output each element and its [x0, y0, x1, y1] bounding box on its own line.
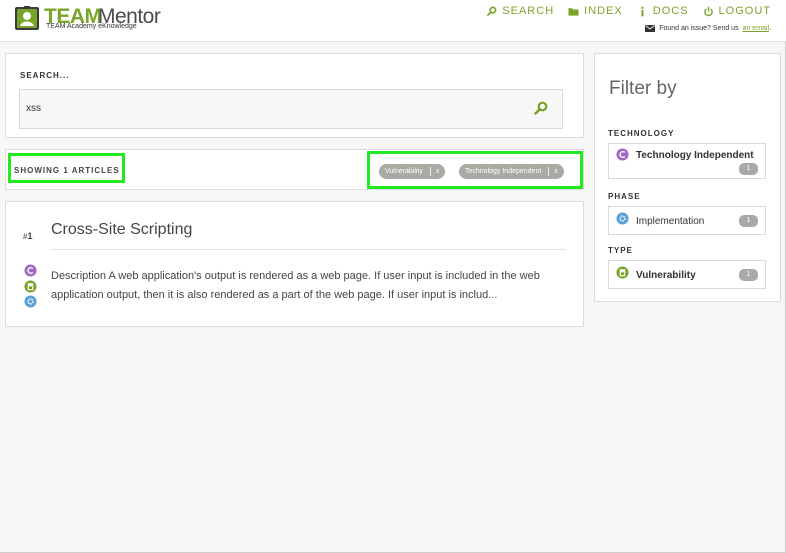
- filter-item-label: Implementation: [636, 216, 705, 227]
- issue-text: Found an issue? Send us: [659, 25, 739, 32]
- filter-panel: Filter by TECHNOLOGY Technology Independ…: [594, 53, 781, 302]
- search-submit-icon[interactable]: [534, 101, 548, 115]
- active-filter-label: Technology Independent: [465, 168, 542, 175]
- filter-item-technology-independent[interactable]: Technology Independent 1: [608, 143, 766, 179]
- search-label: SEARCH...: [20, 71, 70, 80]
- results-count: SHOWING 1 ARTICLES: [14, 166, 120, 175]
- info-icon: [641, 6, 644, 16]
- article-number: #1: [23, 231, 32, 241]
- folder-icon: [568, 7, 579, 16]
- article-title[interactable]: Cross-Site Scripting: [51, 221, 192, 239]
- nav-docs-label: Docs: [652, 5, 689, 17]
- results-count-highlight: SHOWING 1 ARTICLES: [8, 153, 125, 183]
- filter-item-count: 1: [739, 163, 758, 175]
- logo-tagline: TEAM Academy eKnowledge: [46, 23, 137, 30]
- nav-search-label: Search: [502, 5, 555, 17]
- search-icon: [487, 6, 497, 16]
- results-bar: SHOWING 1 ARTICLES Vulnerability x Techn…: [5, 149, 584, 190]
- filter-section-phase: PHASE: [608, 192, 641, 201]
- issue-suffix: .: [769, 25, 771, 32]
- search-input-value: xss: [26, 103, 41, 114]
- issue-email-link[interactable]: an email: [743, 25, 769, 32]
- top-nav: Search Index Docs Logout: [486, 5, 771, 17]
- active-filter-label: Vulnerability: [385, 168, 423, 175]
- filter-item-count: 1: [739, 269, 758, 281]
- nav-docs-link[interactable]: Docs: [637, 5, 689, 17]
- filter-section-technology: TECHNOLOGY: [608, 129, 675, 138]
- phase-icon: [24, 295, 37, 308]
- nav-index-link[interactable]: Index: [568, 5, 623, 17]
- search-input[interactable]: xss: [19, 89, 563, 129]
- nav-index-label: Index: [584, 5, 623, 17]
- article-number-value: 1: [27, 231, 33, 241]
- filter-item-count: 1: [739, 215, 758, 227]
- filter-item-label: Technology Independent: [636, 150, 754, 161]
- report-issue: Found an issue? Send us an email.: [645, 25, 771, 32]
- active-filters-highlight: Vulnerability x Technology Independent x: [367, 151, 583, 189]
- active-filter-chip: Technology Independent x: [459, 164, 564, 179]
- active-filter-chip: Vulnerability x: [379, 164, 446, 179]
- power-icon: [703, 6, 713, 16]
- type-icon: [616, 266, 629, 279]
- app-header: TEAM Mentor TEAM Academy eKnowledge Sear…: [0, 0, 786, 42]
- article-card: #1 Cross-Site Scripting Description A we…: [5, 201, 584, 327]
- chip-separator: [548, 167, 550, 176]
- logo-badge-icon: [15, 6, 39, 30]
- technology-icon: [616, 148, 629, 161]
- envelope-icon: [645, 25, 656, 32]
- filter-section-type: TYPE: [608, 246, 633, 255]
- filter-title: Filter by: [609, 78, 677, 99]
- chip-separator: [429, 167, 431, 176]
- phase-icon: [616, 212, 629, 225]
- nav-logout-label: Logout: [718, 5, 771, 17]
- filter-item-vulnerability[interactable]: Vulnerability 1: [608, 260, 766, 289]
- search-panel: SEARCH... xss: [5, 53, 584, 138]
- filter-item-label: Vulnerability: [636, 270, 696, 281]
- article-description: Description A web application's output i…: [51, 270, 540, 301]
- technology-icon: [24, 264, 37, 277]
- nav-logout-link[interactable]: Logout: [703, 5, 771, 17]
- remove-filter-button[interactable]: x: [436, 164, 440, 179]
- team-mentor-logo[interactable]: TEAM Mentor TEAM Academy eKnowledge: [14, 5, 164, 35]
- article-divider: [51, 249, 566, 250]
- nav-search-link[interactable]: Search: [486, 5, 554, 17]
- type-icon: [24, 280, 37, 293]
- filter-item-implementation[interactable]: Implementation 1: [608, 206, 766, 235]
- remove-filter-button[interactable]: x: [554, 164, 558, 179]
